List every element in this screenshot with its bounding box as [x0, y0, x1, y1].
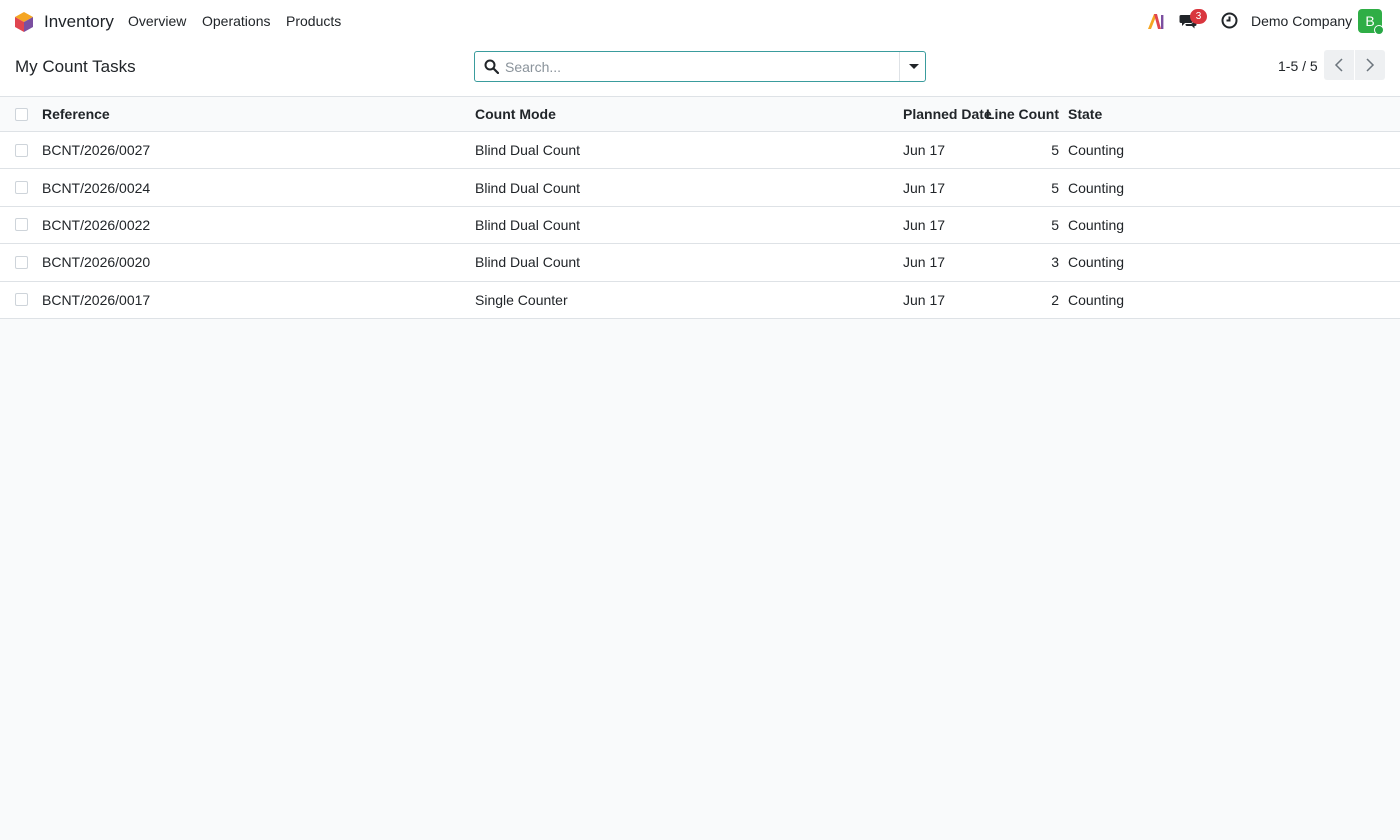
count-mode-cell: Blind Dual Count [475, 216, 581, 233]
menu-operations[interactable]: Operations [202, 13, 270, 29]
planned-date-cell: Jun 17 [903, 179, 946, 196]
column-header-line-count[interactable]: Line Count [986, 97, 1059, 131]
reference-cell: BCNT/2026/0022 [42, 216, 151, 233]
table-row[interactable]: BCNT/2026/0027 Blind Dual Count Jun 17 5… [0, 132, 1400, 170]
caret-down-icon [909, 64, 919, 69]
state-cell: Counting [1068, 291, 1125, 308]
column-header-reference[interactable]: Reference [42, 97, 110, 131]
line-count-cell: 5 [1051, 142, 1059, 159]
pager-previous-button[interactable] [1324, 50, 1354, 80]
table-row[interactable]: BCNT/2026/0020 Blind Dual Count Jun 17 3… [0, 244, 1400, 282]
state-cell: Counting [1068, 216, 1125, 233]
planned-date-cell: Jun 17 [903, 216, 946, 233]
planned-date-cell: Jun 17 [903, 254, 946, 271]
row-checkbox[interactable] [15, 143, 28, 157]
search-options-toggle[interactable] [899, 52, 926, 81]
control-panel: My Count Tasks 1-5 / 5 [0, 43, 1400, 97]
reference-cell: BCNT/2026/0017 [42, 291, 151, 308]
planned-date-cell: Jun 17 [903, 142, 946, 159]
count-mode-cell: Blind Dual Count [475, 142, 581, 159]
line-count-cell: 2 [1051, 291, 1059, 308]
table-row[interactable]: BCNT/2026/0017 Single Counter Jun 17 2 C… [0, 281, 1400, 319]
reference-cell: BCNT/2026/0027 [42, 142, 151, 159]
app-name[interactable]: Inventory [44, 12, 114, 32]
pager-value[interactable]: 1-5 / 5 [1278, 58, 1318, 74]
count-mode-cell: Single Counter [475, 291, 568, 308]
menu-products[interactable]: Products [286, 13, 341, 29]
table-row[interactable]: BCNT/2026/0022 Blind Dual Count Jun 17 5… [0, 206, 1400, 245]
select-all-checkbox[interactable] [15, 107, 28, 121]
reference-cell: BCNT/2026/0024 [42, 179, 151, 196]
count-mode-cell: Blind Dual Count [475, 179, 581, 196]
column-header-state[interactable]: State [1068, 97, 1102, 131]
ai-icon[interactable] [1147, 12, 1165, 30]
column-header-planned-date[interactable]: Planned Date [903, 97, 992, 131]
planned-date-cell: Jun 17 [903, 291, 946, 308]
row-select-cell [15, 244, 28, 280]
column-header-count-mode[interactable]: Count Mode [475, 97, 556, 131]
state-cell: Counting [1068, 142, 1125, 159]
count-tasks-table: Reference Count Mode Planned Date Line C… [0, 97, 1400, 319]
state-cell: Counting [1068, 254, 1125, 271]
inventory-logo-icon[interactable] [14, 11, 34, 33]
pager-next-button[interactable] [1355, 50, 1385, 80]
search-bar [474, 51, 926, 82]
line-count-cell: 5 [1051, 179, 1059, 196]
page-title: My Count Tasks [15, 57, 136, 76]
state-cell: Counting [1068, 179, 1125, 196]
row-select-cell [15, 132, 28, 168]
messages-count-badge: 3 [1190, 9, 1207, 24]
chevron-left-icon [1334, 58, 1343, 72]
table-row[interactable]: BCNT/2026/0024 Blind Dual Count Jun 17 5… [0, 169, 1400, 207]
line-count-cell: 3 [1051, 254, 1059, 271]
row-select-cell [15, 207, 28, 243]
row-select-cell [15, 282, 28, 318]
table-header-row: Reference Count Mode Planned Date Line C… [0, 97, 1400, 132]
clock-icon[interactable] [1221, 12, 1238, 29]
main-navbar: Inventory Overview Operations Products 3… [0, 0, 1400, 43]
line-count-cell: 5 [1051, 216, 1059, 233]
search-icon [484, 59, 499, 74]
row-checkbox[interactable] [15, 293, 28, 307]
row-checkbox[interactable] [15, 255, 28, 269]
presence-status-icon [1374, 25, 1384, 35]
row-checkbox[interactable] [15, 218, 28, 232]
count-mode-cell: Blind Dual Count [475, 254, 581, 271]
search-input[interactable] [505, 52, 897, 81]
reference-cell: BCNT/2026/0020 [42, 254, 151, 271]
company-switcher[interactable]: Demo Company [1251, 13, 1352, 29]
menu-overview[interactable]: Overview [128, 13, 186, 29]
chevron-right-icon [1366, 58, 1375, 72]
row-checkbox[interactable] [15, 181, 28, 195]
select-all-cell [15, 97, 28, 131]
row-select-cell [15, 169, 28, 205]
